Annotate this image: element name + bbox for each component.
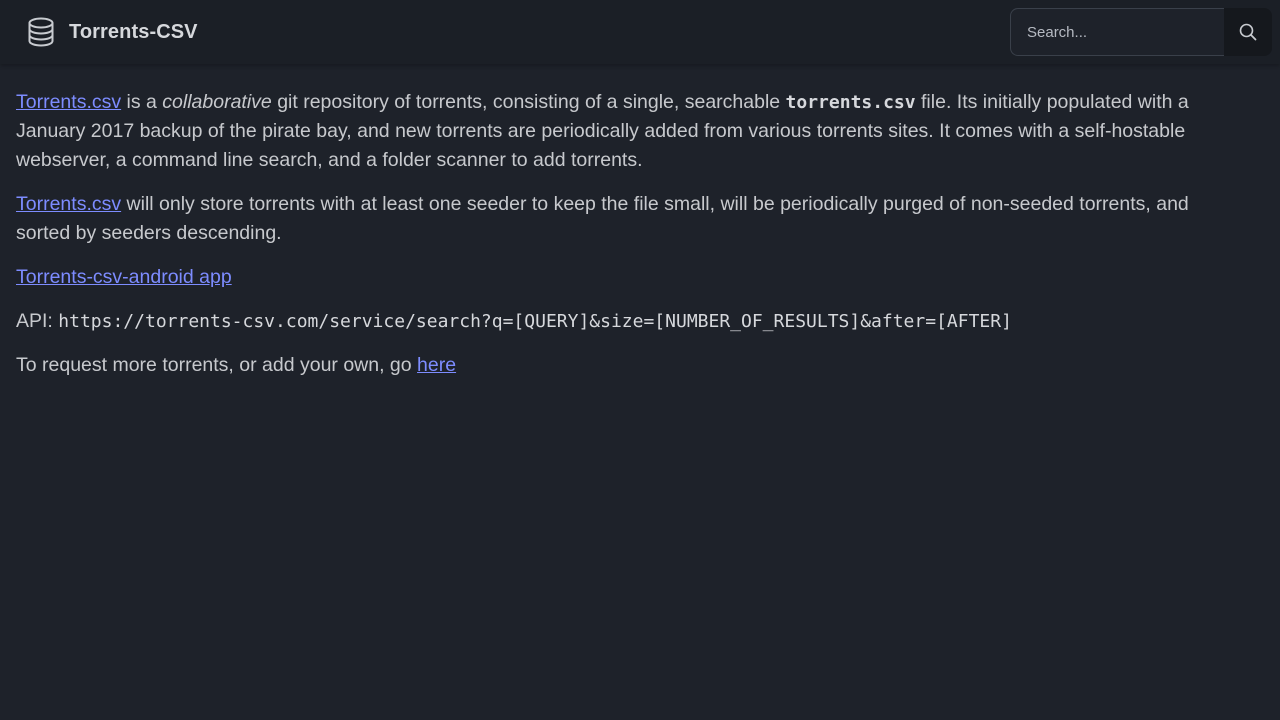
intro-text-1: is a [121, 91, 163, 113]
intro-emphasis: collaborative [162, 91, 272, 113]
android-paragraph: Torrents-csv-android app [16, 263, 1236, 292]
request-here-link[interactable]: here [417, 354, 456, 376]
database-icon [28, 17, 54, 47]
storage-text: will only store torrents with at least o… [16, 193, 1189, 244]
search-button[interactable] [1224, 8, 1272, 56]
torrents-csv-link-2[interactable]: Torrents.csv [16, 193, 121, 215]
search-icon [1239, 23, 1257, 41]
search-form [1010, 8, 1272, 56]
android-app-link[interactable]: Torrents-csv-android app [16, 266, 232, 288]
request-paragraph: To request more torrents, or add your ow… [16, 351, 1236, 380]
api-label: API: [16, 310, 59, 332]
intro-text-2: git repository of torrents, consisting o… [271, 91, 786, 113]
request-text: To request more torrents, or add your ow… [16, 354, 418, 376]
brand-link[interactable]: Torrents-CSV [28, 17, 198, 47]
brand-title: Torrents-CSV [69, 20, 198, 43]
main-content: Torrents.csv is a collaborative git repo… [16, 88, 1236, 395]
storage-paragraph: Torrents.csv will only store torrents wi… [16, 190, 1236, 248]
search-input[interactable] [1010, 8, 1224, 56]
navbar: Torrents-CSV [0, 0, 1280, 64]
intro-code: torrents.csv [785, 92, 916, 113]
intro-paragraph: Torrents.csv is a collaborative git repo… [16, 88, 1236, 175]
api-paragraph: API: https://torrents-csv.com/service/se… [16, 307, 1236, 336]
api-url: https://torrents-csv.com/service/search?… [58, 311, 1012, 332]
torrents-csv-link[interactable]: Torrents.csv [16, 91, 121, 113]
